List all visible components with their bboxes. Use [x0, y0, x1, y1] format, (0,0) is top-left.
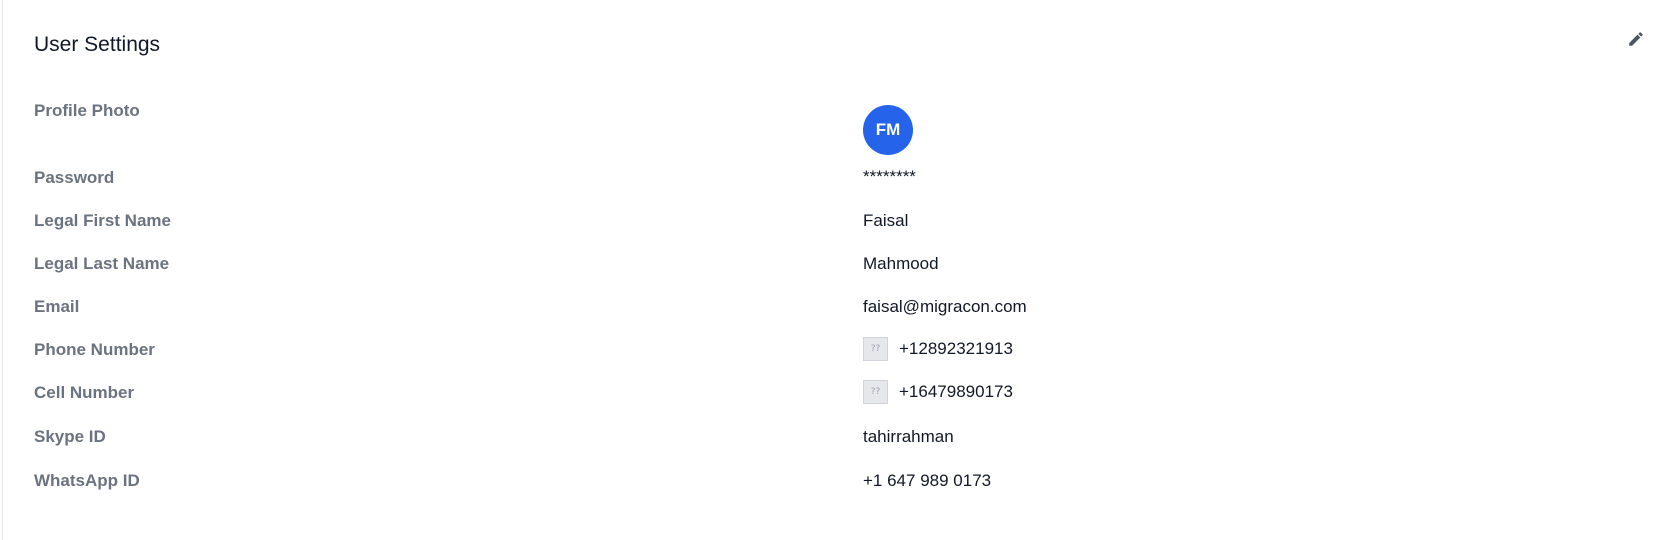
- first-name-label: Legal First Name: [34, 211, 171, 230]
- row-last-name: Legal Last Name Mahmood: [3, 254, 1673, 294]
- phone-number-label: Phone Number: [34, 340, 155, 359]
- email-label: Email: [34, 297, 80, 316]
- cell-number-value: ?? +16479890173: [863, 380, 1013, 404]
- row-cell-number: Cell Number ?? +16479890173: [3, 380, 1673, 423]
- skype-id-label: Skype ID: [34, 427, 106, 446]
- skype-id-value: tahirrahman: [863, 427, 954, 446]
- row-profile-photo: Profile Photo: [3, 101, 1673, 141]
- cell-number-text: +16479890173: [899, 382, 1013, 401]
- row-skype-id: Skype ID tahirrahman: [3, 427, 1673, 467]
- row-phone-number: Phone Number ?? +12892321913: [3, 337, 1673, 380]
- first-name-value: Faisal: [863, 211, 909, 230]
- row-first-name: Legal First Name Faisal: [3, 211, 1673, 251]
- password-value: ********: [863, 167, 916, 186]
- row-password: Password ********: [3, 167, 1673, 208]
- row-whatsapp-id: WhatsApp ID +1 647 989 0173: [3, 471, 1673, 511]
- profile-photo-label: Profile Photo: [34, 101, 140, 120]
- flag-icon: ??: [863, 380, 888, 404]
- email-value: faisal@migracon.com: [863, 297, 1027, 316]
- flag-icon: ??: [863, 337, 888, 361]
- user-settings-card: User Settings Profile Photo FM Password …: [2, 0, 1673, 540]
- avatar[interactable]: FM: [863, 105, 913, 155]
- password-label: Password: [34, 168, 115, 187]
- whatsapp-id-label: WhatsApp ID: [34, 471, 140, 490]
- phone-number-value: ?? +12892321913: [863, 337, 1013, 361]
- last-name-value: Mahmood: [863, 254, 939, 273]
- card-title: User Settings: [34, 33, 161, 56]
- pencil-icon: [1629, 32, 1643, 46]
- last-name-label: Legal Last Name: [34, 254, 170, 273]
- row-email: Email faisal@migracon.com: [3, 297, 1673, 337]
- phone-number-text: +12892321913: [899, 339, 1013, 358]
- whatsapp-id-value: +1 647 989 0173: [863, 471, 992, 490]
- cell-number-label: Cell Number: [34, 383, 135, 402]
- edit-button[interactable]: [1625, 28, 1647, 50]
